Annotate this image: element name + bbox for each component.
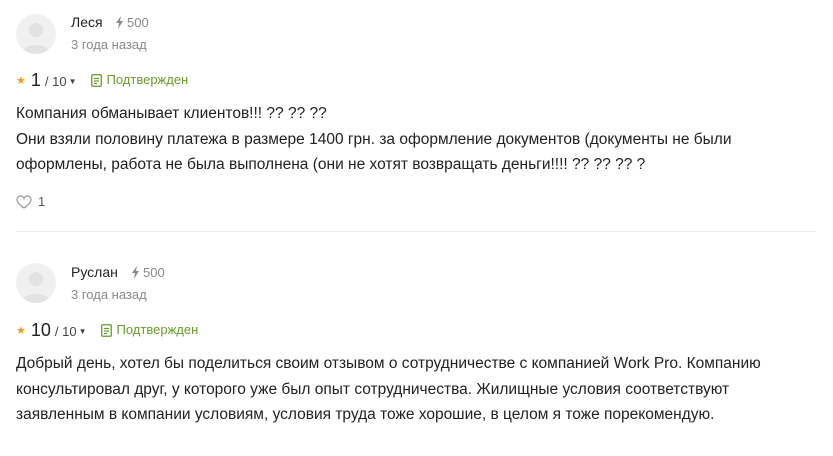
lightning-icon	[116, 16, 123, 29]
heart-icon	[16, 194, 32, 209]
document-check-icon	[100, 324, 112, 337]
star-icon: ★	[16, 75, 26, 87]
rating-score: 10	[30, 320, 51, 340]
document-check-icon	[90, 74, 102, 87]
review-paragraph: Добрый день, хотел бы поделиться своим о…	[16, 355, 761, 423]
user-placeholder-icon	[22, 272, 50, 303]
karma-value: 500	[127, 15, 149, 30]
rating-max[interactable]: / 10	[55, 324, 77, 339]
review-paragraph: Компания обманывает клиентов!!! ?? ?? ??	[16, 105, 327, 122]
avatar[interactable]	[16, 14, 56, 54]
verified-badge: Подтвержден	[90, 72, 189, 87]
rating-row: ★ 10 / 10 ▼ Подтвержден	[16, 320, 198, 341]
rating-max[interactable]: / 10	[45, 74, 67, 89]
rating-score: 1	[30, 70, 41, 90]
chevron-down-icon[interactable]: ▼	[69, 77, 77, 86]
karma-badge: 500	[131, 265, 165, 280]
like-button[interactable]: 1	[16, 194, 45, 209]
rating-row: ★ 1 / 10 ▼ Подтвержден	[16, 70, 188, 91]
review-paragraph: Они взяли половину платежа в размере 140…	[16, 130, 732, 174]
review-text: Добрый день, хотел бы поделиться своим о…	[16, 351, 816, 428]
verified-label: Подтвержден	[116, 322, 199, 337]
karma-value: 500	[143, 265, 165, 280]
divider	[16, 231, 816, 232]
verified-label: Подтвержден	[106, 72, 189, 87]
author-name[interactable]: Леся	[71, 14, 103, 30]
author-name[interactable]: Руслан	[71, 264, 118, 280]
review-text: Компания обманывает клиентов!!! ?? ?? ??…	[16, 101, 816, 178]
lightning-icon	[132, 266, 139, 279]
review-time: 3 года назад	[71, 37, 147, 52]
like-count: 1	[38, 194, 46, 209]
verified-badge: Подтвержден	[100, 322, 199, 337]
chevron-down-icon[interactable]: ▼	[79, 327, 87, 336]
avatar[interactable]	[16, 263, 56, 303]
karma-badge: 500	[115, 15, 149, 30]
review-time: 3 года назад	[71, 287, 147, 302]
user-placeholder-icon	[22, 23, 50, 54]
star-icon: ★	[16, 325, 26, 337]
